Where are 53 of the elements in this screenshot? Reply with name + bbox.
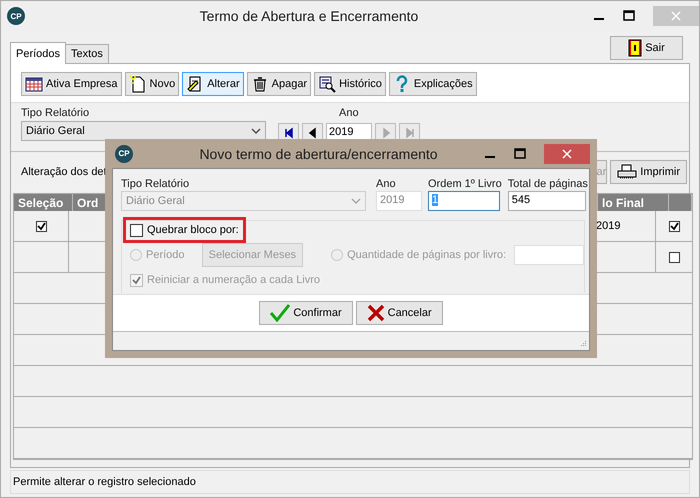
toolbar-button[interactable]: Histórico	[314, 72, 386, 96]
report-type-dropdown[interactable]: Diário Geral	[21, 121, 266, 141]
checkmark-icon	[270, 304, 290, 322]
status-text: Permite alterar o registro selecionado	[13, 476, 196, 488]
app-logo: CP	[115, 144, 133, 162]
print-button[interactable]: Imprimir	[610, 160, 687, 184]
column-header: Seleção	[14, 194, 73, 211]
year-field[interactable]: 2019	[376, 191, 422, 211]
toolbar-button[interactable]: Apagar	[246, 72, 312, 96]
calendar-icon	[25, 75, 43, 93]
close-icon	[562, 148, 572, 158]
confirm-button[interactable]: Confirmar	[259, 301, 353, 325]
pages-per-book-field[interactable]	[514, 245, 584, 265]
toolbar-button[interactable]: Novo	[124, 72, 180, 96]
cross-icon	[366, 304, 385, 322]
tab[interactable]: Textos	[65, 44, 109, 63]
exit-button[interactable]: Sair	[610, 36, 683, 60]
report-type-label: Tipo Relatório	[121, 178, 190, 190]
maximize-icon[interactable]	[623, 10, 635, 22]
toolbar-button[interactable]: Explicações	[388, 72, 477, 96]
table-cell: 2019	[596, 220, 620, 232]
printer-icon	[617, 164, 638, 180]
chevron-icon	[251, 128, 261, 134]
year-label: Ano	[339, 107, 359, 119]
year-label: Ano	[376, 178, 397, 190]
maximize-icon[interactable]	[514, 148, 526, 160]
column-header: lo Final	[598, 194, 669, 211]
check-icon	[132, 276, 141, 284]
close-icon	[671, 11, 681, 21]
close-button[interactable]	[544, 144, 590, 164]
total-pages-field[interactable]: 545	[508, 191, 586, 211]
door-icon	[628, 39, 642, 57]
row-checkbox[interactable]	[36, 220, 46, 232]
cancel-button[interactable]: Cancelar	[356, 301, 443, 325]
dialog-title: Novo termo de abertura/encerramento	[198, 146, 439, 162]
row-checkbox[interactable]	[668, 220, 680, 232]
toolbar-button[interactable]: Alterar	[182, 72, 244, 96]
chevron-icon	[351, 198, 361, 204]
arrow-icon	[404, 127, 416, 139]
break-block-checkbox[interactable]: Quebrar bloco por:	[126, 220, 243, 240]
first-book-order-label: Ordem 1º Livro	[428, 178, 502, 190]
arrow-icon	[306, 127, 318, 139]
magnifier-icon	[318, 75, 336, 93]
total-pages-label: Total de páginas	[508, 178, 588, 190]
document-icon	[128, 75, 147, 93]
row-checkbox[interactable]	[668, 252, 680, 262]
window-title: Termo de Abertura e Encerramento	[198, 8, 420, 24]
tab[interactable]: Períodos	[10, 42, 66, 64]
arrow-icon	[282, 127, 294, 139]
toolbar-button[interactable]: Ativa Empresa	[21, 72, 122, 96]
app-logo: CP	[7, 7, 25, 25]
resize-grip-icon	[579, 340, 587, 348]
report-type-label: Tipo Relatório	[21, 107, 90, 119]
